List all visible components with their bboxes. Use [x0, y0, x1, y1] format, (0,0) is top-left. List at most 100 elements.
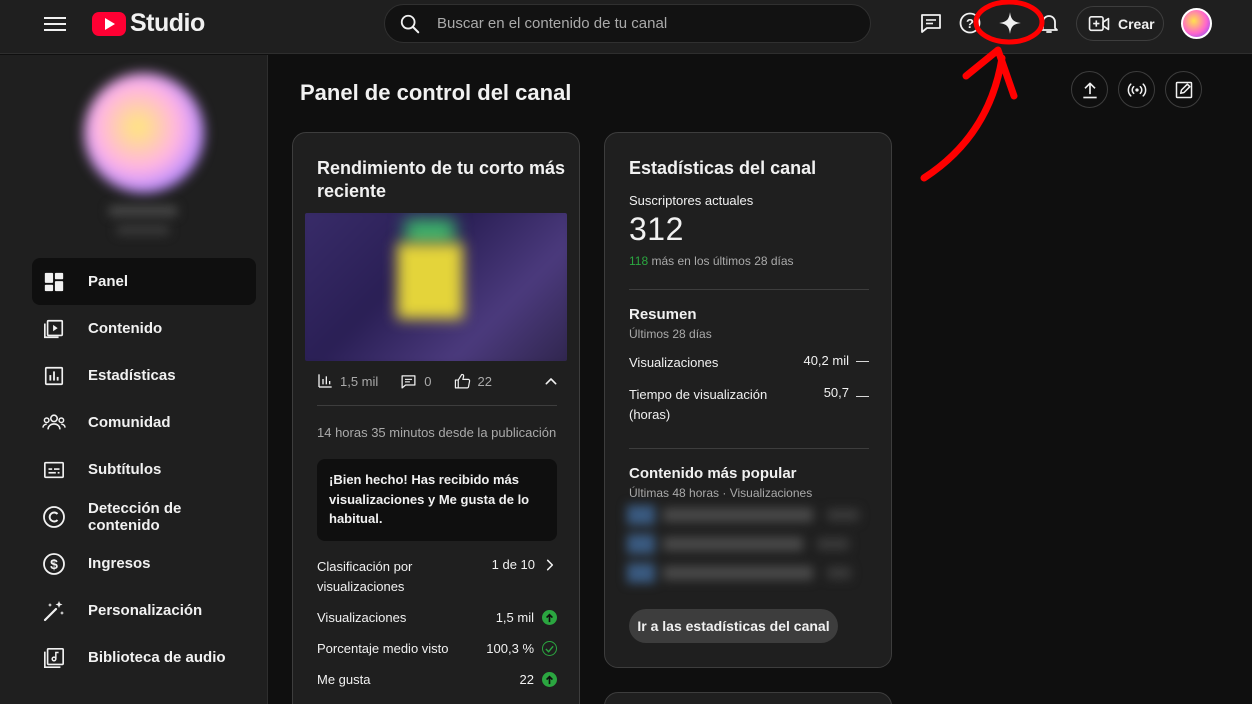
- views-row: Visualizaciones 1,5 mil: [317, 608, 557, 628]
- sidebar-item-estadisticas[interactable]: Estadísticas: [32, 352, 256, 399]
- short-thumbnail[interactable]: [305, 213, 567, 361]
- sidebar-item-personalizacion[interactable]: Personalización: [32, 587, 256, 634]
- bell-icon[interactable]: [1036, 10, 1062, 36]
- create-button[interactable]: Crear: [1076, 6, 1164, 41]
- live-broadcast-icon: [1127, 82, 1146, 97]
- channel-name-blurred: [108, 205, 178, 217]
- svg-text:?: ?: [966, 16, 974, 31]
- sidebar-item-panel[interactable]: Panel: [32, 258, 256, 305]
- short-metrics: 1,5 mil 0 22: [317, 371, 557, 391]
- dollar-icon: $: [42, 552, 66, 576]
- avg-viewed-row: Porcentaje medio visto 100,3 %: [317, 639, 557, 659]
- sidebar-item-label: Comunidad: [88, 414, 171, 431]
- summary-row-watchtime: Tiempo de visualización (horas) 50,7 —: [629, 385, 869, 424]
- views-count: 1,5 mil: [340, 373, 379, 389]
- go-to-analytics-button[interactable]: Ir a las estadísticas del canal: [629, 609, 838, 643]
- annotation-arrow: [920, 54, 1006, 182]
- subscribers-delta: 118: [629, 254, 649, 268]
- chevron-up-icon[interactable]: [543, 373, 559, 389]
- search-input[interactable]: [437, 15, 837, 32]
- sidebar: Panel Contenido Estadísticas Comunidad S…: [0, 55, 268, 704]
- popular-subtitle: Últimas 48 horas · Visualizaciones: [629, 486, 813, 500]
- channel-analytics-card: Estadísticas del canal Suscriptores actu…: [604, 132, 892, 668]
- stat-value: 22: [519, 672, 534, 688]
- check-circle-icon: [542, 641, 557, 657]
- sidebar-item-ingresos[interactable]: $ Ingresos: [32, 540, 256, 587]
- dashboard-icon: [42, 270, 66, 294]
- sidebar-item-deteccion[interactable]: Detección de contenido: [32, 493, 256, 540]
- video-add-icon: [1088, 15, 1110, 31]
- sidebar-item-contenido[interactable]: Contenido: [32, 305, 256, 352]
- channel-avatar[interactable]: [84, 73, 204, 193]
- likes-row: Me gusta 22: [317, 670, 557, 690]
- stat-value: 100,3 %: [486, 641, 534, 657]
- likes-count: 22: [477, 373, 492, 389]
- youtube-studio-logo[interactable]: Studio: [92, 9, 205, 38]
- channel-handle-blurred: [116, 225, 170, 235]
- divider: [629, 289, 869, 290]
- stat-label: Clasificación por visualizaciones: [317, 559, 413, 594]
- sidebar-item-label: Contenido: [88, 320, 163, 337]
- comment-icon: [401, 374, 416, 389]
- views-metric: 1,5 mil: [317, 373, 378, 389]
- sidebar-item-label: Panel: [88, 273, 129, 290]
- sidebar-item-subtitulos[interactable]: Subtítulos: [32, 446, 256, 493]
- sidebar-nav: Panel Contenido Estadísticas Comunidad S…: [32, 258, 256, 681]
- upload-button[interactable]: [1071, 71, 1108, 108]
- divider: [317, 405, 557, 406]
- edit-icon: [1175, 81, 1192, 98]
- search-icon[interactable]: [399, 13, 421, 35]
- subtitles-icon: [42, 458, 66, 482]
- analytics-icon: [42, 364, 66, 388]
- upload-icon: [1082, 82, 1097, 98]
- sparkle-icon[interactable]: [997, 10, 1023, 36]
- bar-chart-icon: [318, 374, 332, 388]
- youtube-logo-icon: [92, 11, 126, 36]
- popular-content-blurred: [627, 505, 877, 597]
- chevron-right-icon[interactable]: [543, 557, 557, 573]
- top-bar: Studio ? Crear: [0, 0, 1252, 54]
- comments-count: 0: [424, 373, 432, 389]
- logo-text: Studio: [130, 9, 205, 37]
- summary-value: 50,7: [823, 385, 849, 400]
- card-title: Rendimiento de tu corto más reciente: [317, 158, 566, 201]
- sidebar-item-label: Personalización: [88, 602, 203, 619]
- avatar[interactable]: [1181, 8, 1212, 39]
- stat-value: 1 de 10: [491, 557, 535, 572]
- summary-label: Tiempo de visualización (horas): [629, 387, 768, 422]
- ranking-row[interactable]: Clasificación por visualizaciones 1 de 1…: [317, 557, 557, 596]
- sidebar-item-label: Estadísticas: [88, 367, 176, 384]
- sidebar-item-comunidad[interactable]: Comunidad: [32, 399, 256, 446]
- search-bar[interactable]: [384, 4, 871, 43]
- card-title: Estadísticas del canal: [629, 158, 817, 178]
- magic-wand-icon: [42, 599, 66, 623]
- audio-library-icon: [42, 646, 66, 670]
- create-label: Crear: [1118, 15, 1155, 32]
- comments-metric: 0: [400, 373, 432, 390]
- menu-icon[interactable]: [44, 14, 66, 34]
- sidebar-item-label: Detección de contenido: [88, 499, 182, 534]
- summary-trend: —: [856, 388, 869, 403]
- svg-text:$: $: [50, 556, 58, 572]
- time-since-publish: 14 horas 35 minutos desde la publicación: [317, 425, 557, 440]
- sidebar-item-label: Subtítulos: [88, 461, 162, 478]
- arrow-up-icon: [542, 672, 557, 688]
- sidebar-item-biblioteca-audio[interactable]: Biblioteca de audio: [32, 634, 256, 681]
- stat-label: Porcentaje medio visto: [317, 641, 449, 656]
- stat-label: Visualizaciones: [317, 610, 407, 625]
- praise-message: ¡Bien hecho! Has recibido más visualizac…: [317, 459, 557, 541]
- help-icon[interactable]: ?: [957, 10, 983, 36]
- feedback-icon[interactable]: [918, 10, 944, 36]
- latest-short-card: Rendimiento de tu corto más reciente 1,5…: [292, 132, 580, 704]
- create-post-button[interactable]: [1165, 71, 1202, 108]
- summary-value: 40,2 mil: [803, 353, 849, 368]
- annotation-arrowhead: [962, 46, 1018, 100]
- thumbs-up-icon: [454, 373, 470, 388]
- page-title: Panel de control del canal: [300, 80, 572, 105]
- go-live-button[interactable]: [1118, 71, 1155, 108]
- copyright-icon: [42, 505, 66, 529]
- divider: [629, 448, 869, 449]
- next-card: [604, 692, 892, 704]
- stat-value: 1,5 mil: [495, 610, 534, 626]
- subscribers-label: Suscriptores actuales: [629, 193, 754, 208]
